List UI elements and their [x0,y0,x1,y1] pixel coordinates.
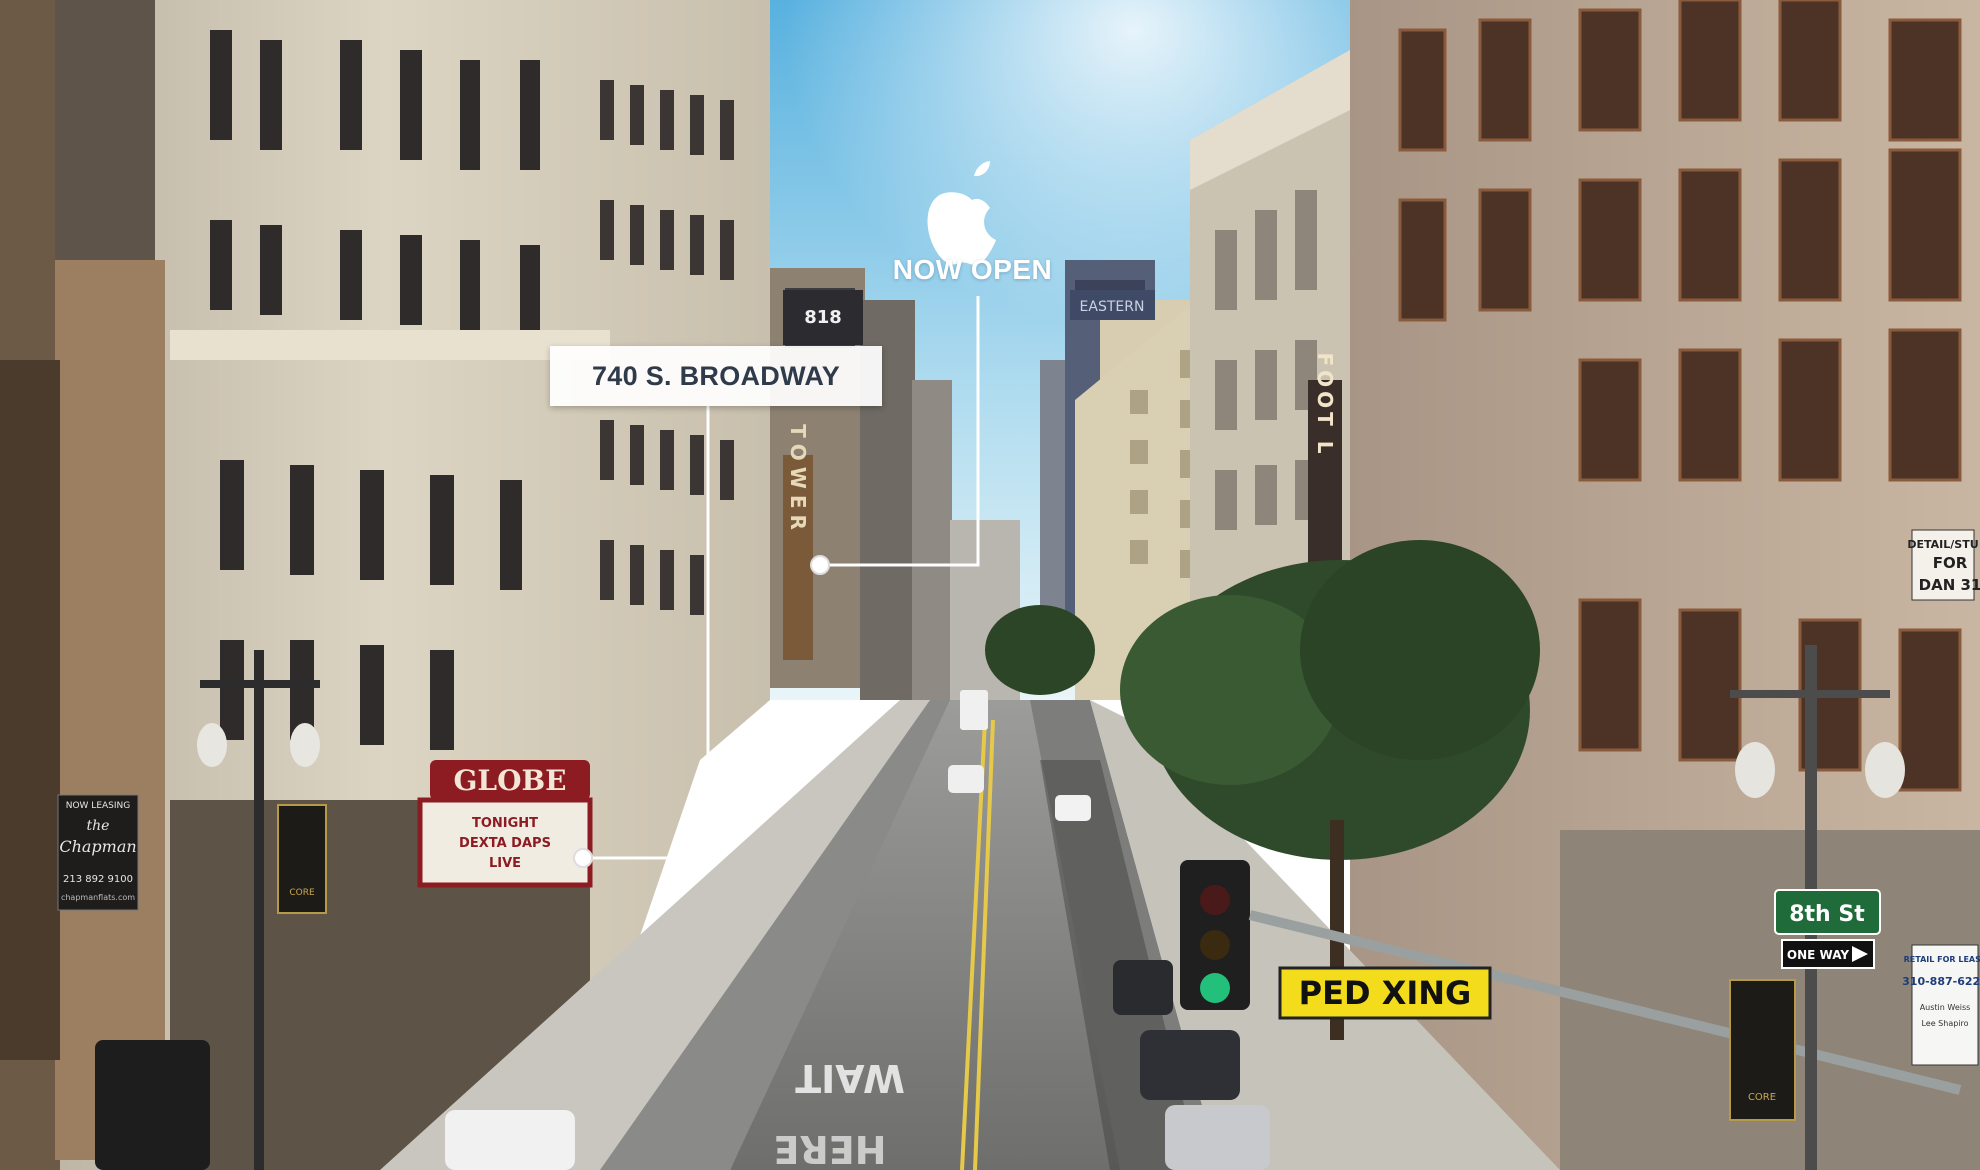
street-scene-photo: TOWER 818 EASTERN FOOT L DETAIL/STU FOR … [0,0,1980,1170]
now-open-label: NOW OPEN [892,254,1053,285]
core-banner-right: CORE [1729,979,1796,1121]
svg-text:Lee Shapiro: Lee Shapiro [1921,1019,1968,1028]
svg-text:chapmanflats.com: chapmanflats.com [61,893,135,902]
billboard: 818 [783,290,863,345]
svg-text:DAN 31: DAN 31 [1919,576,1980,594]
svg-text:310-887-6226: 310-887-6226 [1902,975,1980,988]
foot-locker-sign-text: FOOT L [1313,352,1337,457]
globe-marquee: GLOBE TONIGHT DEXTA DAPS LIVE [417,760,593,888]
globe-marquee-name: GLOBE [454,764,567,797]
street-name-sign: 8th St ONE WAY [1774,889,1881,969]
svg-text:LIVE: LIVE [489,856,521,871]
svg-text:TONIGHT: TONIGHT [472,816,538,831]
tower-sign: TOWER [783,424,813,660]
address-label-text: 740 S. BROADWAY [591,360,841,391]
street-scene-illustration: TOWER 818 EASTERN FOOT L DETAIL/STU FOR … [0,0,1980,1170]
core-banner-left: CORE [277,804,327,914]
svg-text:PED XING: PED XING [1299,974,1472,1012]
svg-text:DEXTA DAPS: DEXTA DAPS [459,836,551,851]
detail-sign: DETAIL/STU FOR DAN 31 [1907,529,1980,601]
svg-text:Austin Weiss: Austin Weiss [1920,1003,1971,1012]
svg-text:FOR: FOR [1933,554,1968,572]
svg-text:Chapman: Chapman [59,837,136,856]
svg-text:8th St: 8th St [1789,902,1865,927]
eastern-building-text: EASTERN [1080,299,1145,315]
svg-text:the: the [87,818,110,834]
svg-text:NOW LEASING: NOW LEASING [66,801,131,811]
svg-text:CORE: CORE [1748,1092,1776,1103]
ped-xing-sign: PED XING [1278,966,1492,1020]
traffic-light-left [95,1040,210,1170]
callout-dot-address [573,848,593,868]
retail-sign: RETAIL FOR LEASE 310-887-6226 Austin Wei… [1902,944,1980,1066]
svg-text:213 892 9100: 213 892 9100 [63,874,133,885]
leasing-banner: NOW LEASING the Chapman 213 892 9100 cha… [57,794,139,911]
svg-text:CORE: CORE [289,888,315,898]
road-text-here: HERE [774,1127,887,1170]
road-text-wait: WAIT [795,1056,905,1100]
svg-text:RETAIL FOR LEASE: RETAIL FOR LEASE [1904,955,1980,964]
traffic-light [1180,860,1250,1010]
callout-dot-store [810,555,830,575]
svg-text:DETAIL/STU: DETAIL/STU [1907,538,1978,551]
address-label: 740 S. BROADWAY [550,346,882,406]
tower-sign-text: TOWER [786,424,810,536]
billboard-text: 818 [804,307,842,328]
svg-text:ONE WAY: ONE WAY [1787,948,1849,962]
eastern-building: EASTERN [1070,290,1155,320]
